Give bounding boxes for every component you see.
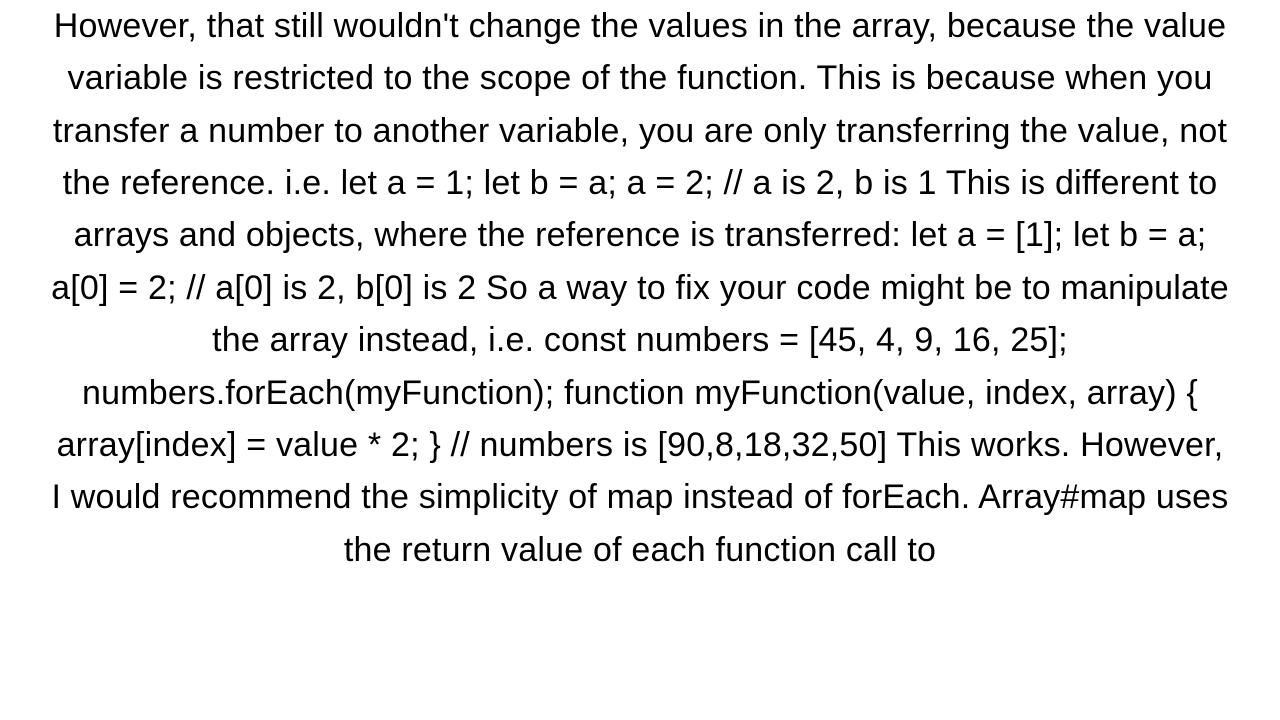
document-page: However, that still wouldn't change the … [0, 0, 1280, 720]
body-paragraph: However, that still wouldn't change the … [50, 0, 1230, 576]
